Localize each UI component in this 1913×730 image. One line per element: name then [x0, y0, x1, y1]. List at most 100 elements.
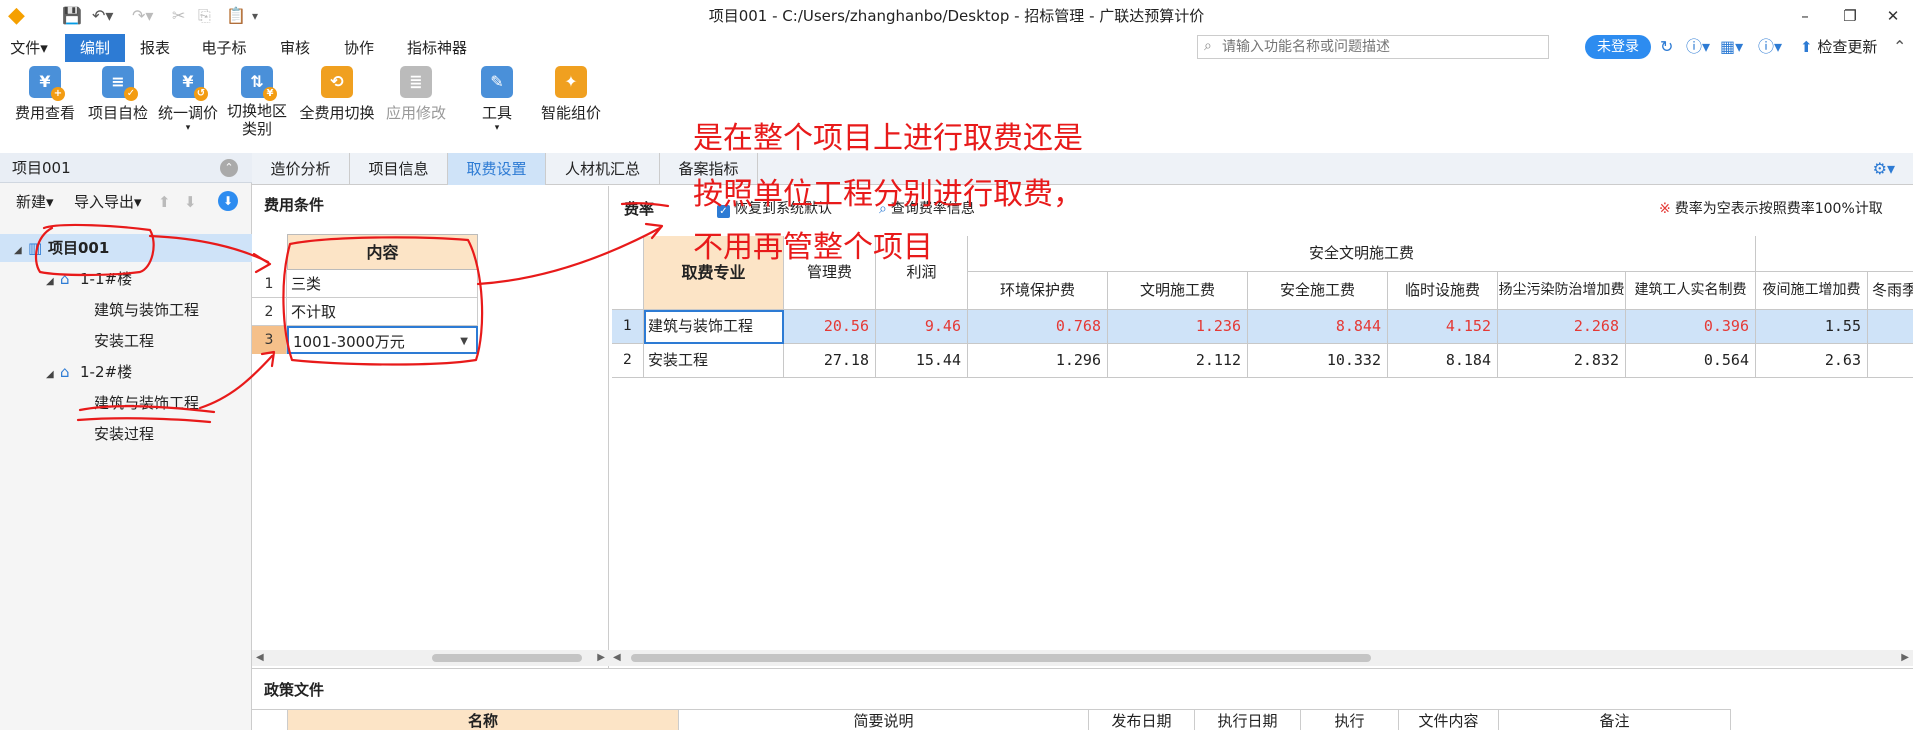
minimize-button[interactable]: –	[1790, 4, 1820, 28]
realname-cell[interactable]: 0.564	[1626, 344, 1756, 378]
temp-cell[interactable]: 4.152	[1388, 310, 1498, 344]
conditions-hscrollbar[interactable]: ◀ ▶	[252, 650, 609, 666]
move-up-icon[interactable]: ⬆	[158, 189, 171, 215]
table-row[interactable]: 3 1001-3000万元 ▼	[252, 326, 478, 354]
fee-view-button[interactable]: ¥ + 费用查看	[10, 66, 80, 123]
night-cell[interactable]: 2.63	[1756, 344, 1868, 378]
collapse-panel-icon[interactable]: ⌃	[220, 159, 238, 177]
table-row[interactable]: 1 三类	[252, 270, 478, 298]
function-search-box[interactable]: ⌕	[1197, 35, 1549, 59]
winter-cell[interactable]	[1868, 310, 1913, 344]
paste-icon[interactable]: 📋	[226, 5, 246, 27]
condition-cell[interactable]: 不计取	[287, 298, 478, 326]
tree-item-project[interactable]: ◢ ▥ 项目001	[0, 234, 252, 262]
search-input[interactable]	[1222, 37, 1542, 57]
scroll-left-icon[interactable]: ◀	[256, 650, 264, 666]
smart-pricing-button[interactable]: ✦ 智能组价	[538, 66, 604, 123]
download-icon[interactable]: ⬇	[218, 191, 238, 211]
tree-item-installation-process[interactable]: 安装过程	[94, 420, 154, 448]
expand-icon[interactable]: ◢	[14, 237, 28, 265]
apps-grid-icon[interactable]: ▦▾	[1720, 36, 1743, 58]
close-button[interactable]: ✕	[1878, 4, 1908, 28]
scroll-thumb[interactable]	[631, 654, 1371, 662]
civil-cell[interactable]: 1.236	[1108, 310, 1248, 344]
asterisk-icon: ※	[1659, 201, 1671, 217]
scroll-thumb[interactable]	[432, 654, 582, 662]
menu-index-tool[interactable]: 指标神器	[400, 34, 474, 62]
dropdown-arrow-icon[interactable]: ▼	[460, 328, 468, 356]
undo-icon[interactable]: ↶▾	[92, 5, 113, 27]
tree-item-building-decoration[interactable]: 建筑与装饰工程	[94, 389, 199, 417]
window-title: 项目001 - C:/Users/zhanghanbo/Desktop - 招标…	[708, 7, 1205, 25]
collapse-ribbon-icon[interactable]: ⌃	[1893, 36, 1906, 58]
menu-report[interactable]: 报表	[132, 34, 178, 62]
price-adjust-button[interactable]: ¥ ↺ 统一调价 ▾	[155, 66, 221, 133]
dust-cell[interactable]: 2.268	[1498, 310, 1626, 344]
scroll-right-icon[interactable]: ▶	[1901, 650, 1909, 666]
tab-cost-analysis[interactable]: 造价分析	[252, 153, 350, 185]
menu-file[interactable]: 文件▾	[6, 34, 52, 62]
profit-cell[interactable]: 9.46	[876, 310, 968, 344]
rate-hscrollbar[interactable]: ◀ ▶	[609, 650, 1913, 666]
tree-item-building-decoration[interactable]: 建筑与装饰工程	[94, 296, 199, 324]
tree-item-building-1-2[interactable]: ◢ ⌂ 1-2#楼	[46, 358, 132, 386]
save-icon[interactable]: 💾	[62, 5, 82, 27]
self-check-button[interactable]: ≡ ✓ 项目自检	[85, 66, 151, 123]
redo-icon[interactable]: ↷▾	[132, 5, 153, 27]
env-cell[interactable]: 1.296	[968, 344, 1108, 378]
tab-filing-index[interactable]: 备案指标	[660, 153, 758, 185]
restore-button[interactable]: ❐	[1835, 4, 1865, 28]
copy-icon[interactable]: ⎘	[198, 5, 211, 27]
expand-icon[interactable]: ◢	[46, 268, 60, 296]
tools-dropdown-icon: ▾	[494, 123, 500, 133]
login-button[interactable]: 未登录	[1585, 35, 1651, 59]
mgmt-cell[interactable]: 27.18	[784, 344, 876, 378]
info-icon[interactable]: ⓘ▾	[1758, 36, 1782, 58]
help-icon[interactable]: ⓘ▾	[1686, 36, 1710, 58]
dust-cell[interactable]: 2.832	[1498, 344, 1626, 378]
tab-project-info[interactable]: 项目信息	[350, 153, 448, 185]
tools-button[interactable]: ✎ 工具 ▾	[472, 66, 522, 133]
condition-cell[interactable]: 三类	[287, 270, 478, 298]
header-temp: 临时设施费	[1388, 272, 1498, 310]
condition-select[interactable]: 1001-3000万元 ▼	[287, 326, 478, 354]
menu-edit[interactable]: 编制	[65, 34, 125, 62]
winter-cell[interactable]	[1868, 344, 1913, 378]
menu-collab[interactable]: 协作	[336, 34, 382, 62]
full-fee-switch-button[interactable]: ⟲ 全费用切换	[297, 66, 377, 123]
switch-region-button[interactable]: ⇅ ¥ 切换地区 类别	[223, 66, 291, 138]
apply-change-button[interactable]: ≣ 应用修改	[383, 66, 449, 123]
menu-review[interactable]: 审核	[272, 34, 318, 62]
tab-material-summary[interactable]: 人材机汇总	[546, 153, 660, 185]
spec-cell[interactable]: 安装工程	[644, 344, 784, 378]
tree-item-installation[interactable]: 安装工程	[94, 327, 154, 355]
safety-cell[interactable]: 10.332	[1248, 344, 1388, 378]
tab-fee-settings[interactable]: 取费设置	[448, 153, 546, 185]
profit-cell[interactable]: 15.44	[876, 344, 968, 378]
night-cell[interactable]: 1.55	[1756, 310, 1868, 344]
tree-item-building-1-1[interactable]: ◢ ⌂ 1-1#楼	[46, 265, 132, 293]
env-cell[interactable]: 0.768	[968, 310, 1108, 344]
safety-cell[interactable]: 8.844	[1248, 310, 1388, 344]
realname-cell[interactable]: 0.396	[1626, 310, 1756, 344]
temp-cell[interactable]: 8.184	[1388, 344, 1498, 378]
scroll-left-icon[interactable]: ◀	[613, 650, 621, 666]
civil-cell[interactable]: 2.112	[1108, 344, 1248, 378]
new-button[interactable]: 新建▾	[16, 189, 54, 215]
expand-icon[interactable]: ◢	[46, 361, 60, 389]
settings-icon[interactable]: ⚙▾	[1873, 159, 1895, 178]
mgmt-cell[interactable]: 20.56	[784, 310, 876, 344]
quick-access-dropdown-icon[interactable]: ▾	[252, 5, 258, 27]
spec-cell[interactable]: 建筑与装饰工程	[644, 310, 784, 344]
header-env: 环境保护费	[968, 272, 1108, 310]
cut-icon[interactable]: ✂	[172, 5, 185, 27]
scroll-right-icon[interactable]: ▶	[597, 650, 605, 666]
import-export-button[interactable]: 导入导出▾	[74, 189, 142, 215]
move-down-icon[interactable]: ⬇	[184, 189, 197, 215]
sync-icon[interactable]: ↻	[1660, 36, 1673, 58]
table-row[interactable]: 2 不计取	[252, 298, 478, 326]
restore-default-checkbox[interactable]: ✓ 恢复到系统默认	[717, 198, 832, 218]
menu-e-tender[interactable]: 电子标	[194, 34, 254, 62]
check-update-button[interactable]: ⬆ 检查更新	[1800, 35, 1877, 59]
query-rate-link[interactable]: ⌕ 查询费率信息	[879, 198, 975, 218]
